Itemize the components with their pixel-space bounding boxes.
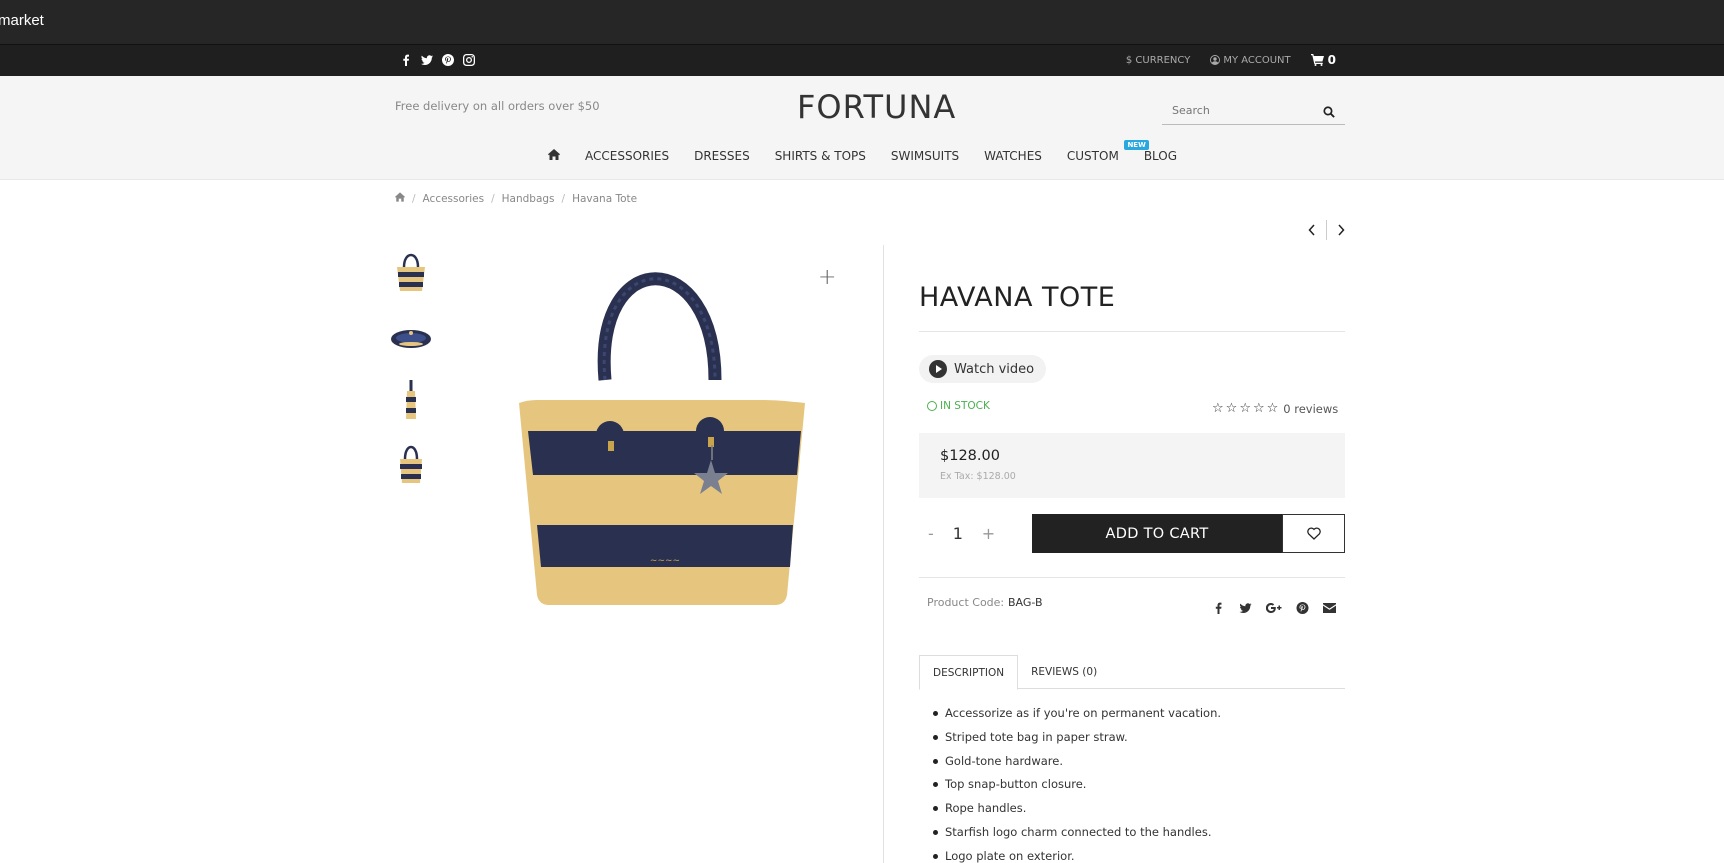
share-twitter-icon[interactable] (1239, 599, 1252, 614)
next-product-button[interactable] (1327, 220, 1355, 240)
price-box: $128.00 Ex Tax: $128.00 (919, 433, 1345, 498)
quantity-stepper: - + (919, 514, 1029, 553)
watch-video-label: Watch video (954, 361, 1035, 377)
nav-item-custom[interactable]: CUSTOM NEW (1066, 140, 1149, 163)
breadcrumb-accessories[interactable]: Accessories (423, 193, 485, 205)
share-pinterest-icon[interactable] (1296, 599, 1309, 614)
account-dropdown[interactable]: MY ACCOUNT (1210, 54, 1291, 66)
description-item: Rope handles. (932, 801, 1221, 825)
column-divider (883, 245, 884, 863)
heart-icon (1306, 527, 1321, 540)
utility-bar: $ CURRENCY MY ACCOUNT 0 (0, 45, 1724, 76)
nav-item-swimsuits[interactable]: SWIMSUITS (891, 149, 959, 163)
search-input[interactable] (1162, 96, 1312, 124)
product-code-label: Product Code: (927, 596, 1005, 609)
share-google-plus-icon[interactable] (1265, 599, 1282, 614)
share-email-icon[interactable] (1323, 599, 1336, 613)
facebook-icon[interactable] (400, 51, 412, 66)
search-icon[interactable] (1323, 103, 1337, 118)
social-links (400, 51, 475, 66)
cart-count: 0 (1327, 53, 1336, 67)
product-price: $128.00 (940, 448, 1000, 464)
description-list: Accessorize as if you're on permanent va… (932, 706, 1221, 863)
chevron-right-icon (1338, 224, 1345, 236)
title-divider (919, 331, 1345, 332)
market-logo[interactable]: market (0, 12, 44, 29)
breadcrumb-home-icon[interactable] (395, 192, 405, 205)
instagram-icon[interactable] (463, 51, 475, 66)
wishlist-button[interactable] (1282, 514, 1345, 553)
site-header: Free delivery on all orders over $50 FOR… (0, 76, 1724, 180)
star-empty-icon: ☆ (1239, 401, 1251, 416)
search-box (1162, 96, 1345, 125)
nav-item-accessories[interactable]: ACCESSORIES (585, 149, 669, 163)
account-label: MY ACCOUNT (1223, 54, 1291, 66)
share-facebook-icon[interactable] (1212, 599, 1225, 614)
star-empty-icon: ☆ (1266, 401, 1279, 416)
home-icon[interactable] (548, 149, 560, 163)
zoom-icon[interactable]: + (818, 265, 836, 290)
prev-product-button[interactable] (1298, 220, 1326, 240)
nav-item-dresses[interactable]: DRESSES (694, 149, 750, 163)
product-tabs: DESCRIPTION REVIEWS (0) (919, 655, 1345, 690)
cart-button[interactable]: 0 (1310, 53, 1336, 67)
product-rating[interactable]: ☆ ☆ ☆ ☆ ☆ 0 reviews (1212, 401, 1338, 416)
stock-status: IN STOCK (927, 400, 990, 412)
star-empty-icon: ☆ (1252, 401, 1265, 416)
description-item: Accessorize as if you're on permanent va… (932, 706, 1221, 730)
chevron-left-icon (1308, 224, 1315, 236)
currency-dropdown[interactable]: $ CURRENCY (1126, 55, 1190, 66)
share-links (1212, 599, 1336, 614)
main-nav: ACCESSORIES DRESSES SHIRTS & TOPS SWIMSU… (548, 140, 1177, 163)
thumbnail-top[interactable] (387, 309, 435, 363)
thumbnail-front[interactable] (387, 245, 435, 299)
qty-input[interactable] (947, 524, 968, 543)
twitter-icon[interactable] (421, 51, 433, 66)
description-item: Gold-tone hardware. (932, 754, 1221, 778)
free-delivery-text: Free delivery on all orders over $50 (395, 99, 600, 113)
stock-label: IN STOCK (940, 400, 990, 412)
utility-links: $ CURRENCY MY ACCOUNT 0 (1126, 53, 1336, 67)
cart-icon (1310, 54, 1324, 66)
product-title: HAVANA TOTE (919, 282, 1116, 313)
pinterest-icon[interactable] (442, 51, 454, 66)
qty-increase-button[interactable]: + (982, 524, 995, 543)
star-empty-icon: ☆ (1212, 401, 1224, 416)
brand-logo[interactable]: FORTUNA (797, 88, 956, 126)
play-icon (929, 360, 947, 378)
breadcrumb: / Accessories / Handbags / Havana Tote (395, 192, 637, 205)
star-empty-icon: ☆ (1225, 401, 1238, 416)
product-pager (1298, 220, 1355, 240)
market-bar: market (0, 0, 1724, 45)
nav-item-watches[interactable]: WATCHES (984, 149, 1042, 163)
nav-item-custom-label: CUSTOM (1066, 149, 1119, 163)
thumbnail-side[interactable] (387, 373, 435, 427)
breadcrumb-separator: / (561, 192, 566, 205)
tab-description[interactable]: DESCRIPTION (919, 655, 1019, 690)
description-item: Striped tote bag in paper straw. (932, 730, 1221, 754)
info-divider (919, 577, 1345, 578)
description-item: Top snap-button closure. (932, 777, 1221, 801)
description-item: Logo plate on exterior. (932, 849, 1221, 863)
qty-decrease-button[interactable]: - (928, 524, 934, 543)
breadcrumb-separator: / (491, 192, 495, 205)
currency-label: $ CURRENCY (1125, 54, 1191, 66)
check-circle-icon (927, 401, 937, 411)
product-code-value: BAG-B (1008, 596, 1043, 609)
product-main-image[interactable]: ~~~~ (475, 245, 855, 625)
reviews-count[interactable]: 0 reviews (1283, 402, 1338, 416)
breadcrumb-handbags[interactable]: Handbags (502, 193, 555, 205)
description-item: Starfish logo charm connected to the han… (932, 825, 1221, 849)
watch-video-button[interactable]: Watch video (919, 355, 1047, 383)
svg-text:~~~~: ~~~~ (650, 556, 680, 566)
breadcrumb-current[interactable]: Havana Tote (572, 193, 637, 205)
user-icon (1210, 55, 1221, 65)
nav-item-shirts-tops[interactable]: SHIRTS & TOPS (775, 149, 866, 163)
tab-reviews[interactable]: REVIEWS (0) (1018, 655, 1110, 689)
add-to-cart-button[interactable]: ADD TO CART (1032, 514, 1282, 553)
nav-item-blog[interactable]: BLOG (1144, 149, 1177, 163)
thumbnail-back[interactable] (387, 437, 435, 491)
ex-tax-price: Ex Tax: $128.00 (940, 471, 1016, 482)
breadcrumb-separator: / (412, 192, 416, 205)
